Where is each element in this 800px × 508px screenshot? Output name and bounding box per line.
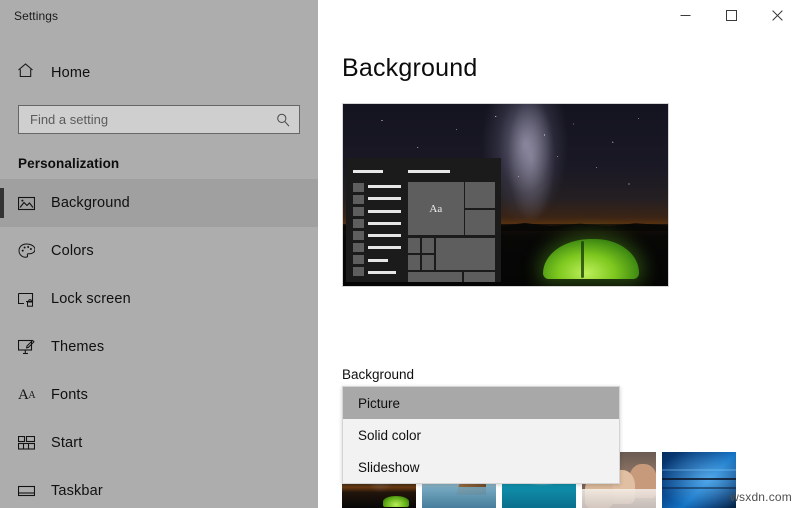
start-icon [18, 436, 44, 450]
dropdown-option-solid-color[interactable]: Solid color [343, 419, 619, 451]
palette-icon [18, 243, 44, 259]
minimize-button[interactable] [662, 0, 708, 31]
sidebar-nav-list: Background Colors Lock screen Themes A A… [0, 179, 318, 508]
sidebar: Home Personalization [0, 31, 318, 508]
fonts-icon: AA [18, 386, 36, 403]
home-icon [17, 62, 45, 84]
preview-start-tile [421, 238, 435, 254]
preview-start-tiles: Aa [408, 170, 495, 282]
sidebar-item-background[interactable]: Background [0, 179, 318, 227]
sidebar-item-start[interactable]: Start [0, 419, 318, 467]
dropdown-option-picture[interactable]: Picture [343, 387, 619, 419]
preview-start-tile [408, 255, 421, 271]
preview-start-tiles-header [408, 170, 450, 173]
sidebar-item-home[interactable]: Home [0, 56, 318, 90]
maximize-button[interactable] [708, 0, 754, 31]
sidebar-item-label: Taskbar [51, 483, 103, 499]
sidebar-item-label: Fonts [51, 387, 89, 403]
watermark: wsxdn.com [730, 490, 792, 504]
app-title: Settings [14, 8, 59, 23]
preview-start-tile [465, 209, 495, 236]
sidebar-item-label: Start [51, 435, 83, 451]
background-field-label: Background [342, 367, 415, 382]
sidebar-item-label: Lock screen [51, 291, 131, 307]
preview-start-tile [421, 255, 435, 271]
preview-start-app-names [368, 185, 401, 274]
home-label: Home [51, 65, 91, 81]
window-controls [662, 0, 800, 31]
preview-start-left-column [353, 170, 401, 276]
sidebar-item-lock-screen[interactable]: Lock screen [0, 275, 318, 323]
sidebar-item-label: Themes [51, 339, 105, 355]
preview-start-menu: Aa [346, 158, 501, 282]
preview-start-tile-large: Aa [408, 182, 464, 236]
preview-start-tile-grid: Aa [408, 182, 495, 282]
sidebar-item-fonts[interactable]: AA Fonts [0, 371, 318, 419]
sidebar-item-themes[interactable]: Themes [0, 323, 318, 371]
sidebar-item-colors[interactable]: Colors [0, 227, 318, 275]
search-icon [276, 113, 299, 127]
background-dropdown-list[interactable]: Picture Solid color Slideshow [342, 386, 620, 484]
preview-start-tile [463, 272, 495, 282]
sidebar-item-label: Background [51, 195, 130, 211]
sidebar-item-label: Colors [51, 243, 94, 259]
preview-start-left-header [353, 170, 383, 173]
thumbnail-windows-10-hero[interactable] [662, 452, 736, 508]
picture-icon [18, 196, 44, 211]
preview-start-tile-text: Aa [429, 202, 443, 215]
search-input[interactable] [19, 112, 276, 127]
themes-icon [18, 339, 44, 355]
title-bar-left: Settings [0, 0, 318, 31]
title-bar-right [318, 0, 800, 31]
preview-start-tile [465, 182, 495, 208]
preview-start-tile [408, 272, 462, 282]
preview-start-app-icons [353, 183, 364, 276]
page-title: Background [342, 54, 478, 82]
desktop-preview: Aa [342, 103, 669, 287]
sidebar-section-title: Personalization [18, 156, 120, 171]
content-pane: Background Aa Background Picture Solid c… [318, 31, 800, 508]
title-bar: Settings [0, 0, 800, 31]
settings-window: Settings Home Find a setting Personaliza… [0, 0, 800, 508]
search-box[interactable] [18, 105, 300, 134]
sidebar-item-taskbar[interactable]: Taskbar [0, 467, 318, 508]
taskbar-icon [18, 485, 44, 497]
preview-start-tile [435, 238, 495, 271]
preview-start-tile [408, 238, 421, 254]
dropdown-option-slideshow[interactable]: Slideshow [343, 451, 619, 483]
lock-screen-icon [18, 292, 44, 307]
close-button[interactable] [754, 0, 800, 31]
